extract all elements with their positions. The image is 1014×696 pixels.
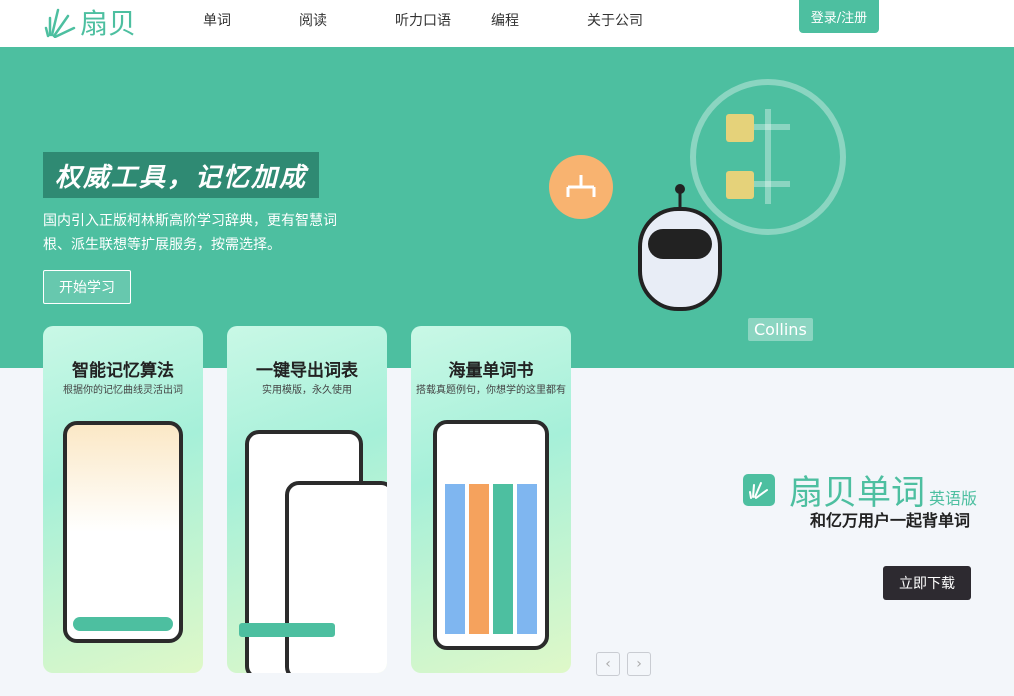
hero-banner: 权威工具，记忆加成 国内引入正版柯林斯高阶学习辞典，更有智慧词根、派生联想等扩展… (0, 49, 1014, 368)
card-subtitle: 搭载真题例句，你想学的这里都有 (416, 385, 566, 396)
phone-mockup (63, 421, 183, 643)
card-title: 海量单词书 (448, 361, 534, 381)
next-arrow-icon[interactable]: › (627, 652, 651, 676)
nav-reading[interactable]: 阅读 (299, 10, 327, 30)
nav-listening[interactable]: 听力口语 (395, 10, 451, 30)
login-register-button[interactable]: 登录/注册 (799, 0, 879, 33)
feature-card-memory[interactable]: 智能记忆算法 根据你的记忆曲线灵活出词 (43, 326, 203, 673)
prev-arrow-icon[interactable]: ‹ (596, 652, 620, 676)
card-title: 智能记忆算法 (72, 361, 174, 381)
fan-logo-icon (44, 8, 76, 38)
nav-words[interactable]: 单词 (203, 10, 231, 30)
download-button[interactable]: 立即下载 (883, 566, 971, 600)
phone-mockup-front (239, 481, 387, 673)
hero-description: 国内引入正版柯林斯高阶学习辞典，更有智慧词根、派生联想等扩展服务，按需选择。 (43, 213, 337, 253)
start-learning-button[interactable]: 开始学习 (43, 270, 131, 304)
nav-coding[interactable]: 编程 (491, 10, 519, 30)
card-subtitle: 实用模版，永久使用 (262, 385, 352, 396)
robot-illustration (549, 79, 846, 311)
feature-card-wordbooks[interactable]: 海量单词书 搭载真题例句，你想学的这里都有 (411, 326, 571, 673)
card-title: 一键导出词表 (256, 361, 358, 381)
collins-badge: Collins (748, 318, 813, 341)
nav-about[interactable]: 关于公司 (587, 10, 643, 30)
header: 扇贝 单词 阅读 听力口语 编程 关于公司 登录/注册 (0, 0, 1014, 49)
logo[interactable]: 扇贝 (44, 2, 136, 42)
feature-card-export[interactable]: 一键导出词表 实用模版，永久使用 (227, 326, 387, 673)
card-subtitle: 根据你的记忆曲线灵活出词 (63, 385, 183, 396)
brand-edition: 英语版 (929, 488, 978, 508)
promo-tagline: 和亿万用户一起背单词 (810, 511, 971, 530)
logo-text: 扇贝 (80, 7, 137, 40)
phone-mockup (433, 420, 549, 650)
app-icon (743, 473, 775, 506)
hero-slogan: 权威工具，记忆加成 (43, 152, 320, 198)
